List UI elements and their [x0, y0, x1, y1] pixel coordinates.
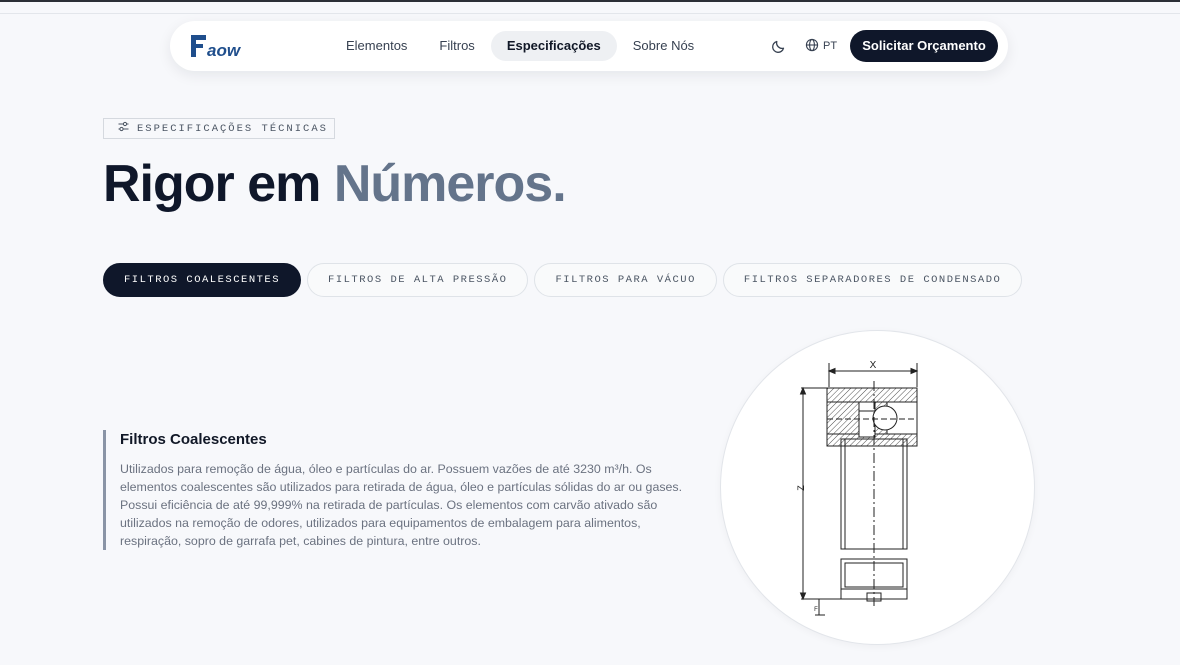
title-main: Rigor em: [103, 155, 321, 213]
technical-drawing: X Z F: [720, 330, 1035, 645]
filter-heading: Filtros Coalescentes: [120, 431, 267, 448]
nav-link-elementos[interactable]: Elementos: [330, 31, 423, 61]
language-label: PT: [823, 40, 838, 52]
sliders-icon: [118, 121, 129, 136]
svg-text:aow: aow: [207, 41, 242, 60]
title-accent: Números.: [333, 155, 567, 213]
moon-icon[interactable]: [770, 37, 788, 55]
logo-mark: aow: [191, 35, 242, 60]
logo[interactable]: aow: [190, 34, 252, 60]
language-selector[interactable]: PT: [805, 38, 837, 54]
page-title: Rigor em Números.: [103, 154, 567, 214]
tab-filtros-alta-pressao[interactable]: FILTROS DE ALTA PRESSÃO: [307, 263, 529, 297]
filter-element-drawing: X Z F: [796, 360, 919, 616]
request-quote-button[interactable]: Solicitar Orçamento: [850, 30, 998, 62]
tab-filtros-coalescentes[interactable]: FILTROS COALESCENTES: [103, 263, 302, 297]
nav-link-sobre-nos[interactable]: Sobre Nós: [617, 31, 710, 61]
nav-link-especificacoes[interactable]: Especificações: [490, 31, 617, 61]
filter-body: Utilizados para remoção de água, óleo e …: [120, 462, 683, 548]
navbar: aow Elementos Filtros Especificações Sob…: [170, 21, 1008, 71]
browser-top-edge: [0, 0, 1180, 14]
filter-description: Filtros Coalescentes Utilizados para rem…: [103, 430, 683, 550]
globe-icon: [805, 38, 819, 55]
dimension-z-label: Z: [796, 485, 806, 491]
nav-link-filtros[interactable]: Filtros: [423, 31, 490, 61]
main-nav: Elementos Filtros Especificações Sobre N…: [330, 31, 710, 61]
dimension-x-label: X: [870, 360, 877, 371]
section-eyebrow: ESPECIFICAÇÕES TÉCNICAS: [103, 118, 335, 139]
eyebrow-label: ESPECIFICAÇÕES TÉCNICAS: [137, 122, 328, 135]
tab-filtros-separadores-condensado[interactable]: FILTROS SEPARADORES DE CONDENSADO: [722, 263, 1023, 297]
dimension-f-label: F: [814, 607, 818, 613]
filter-tabs: FILTROS COALESCENTES FILTROS DE ALTA PRE…: [103, 263, 1023, 297]
tab-filtros-vacuo[interactable]: FILTROS PARA VÁCUO: [534, 263, 717, 297]
